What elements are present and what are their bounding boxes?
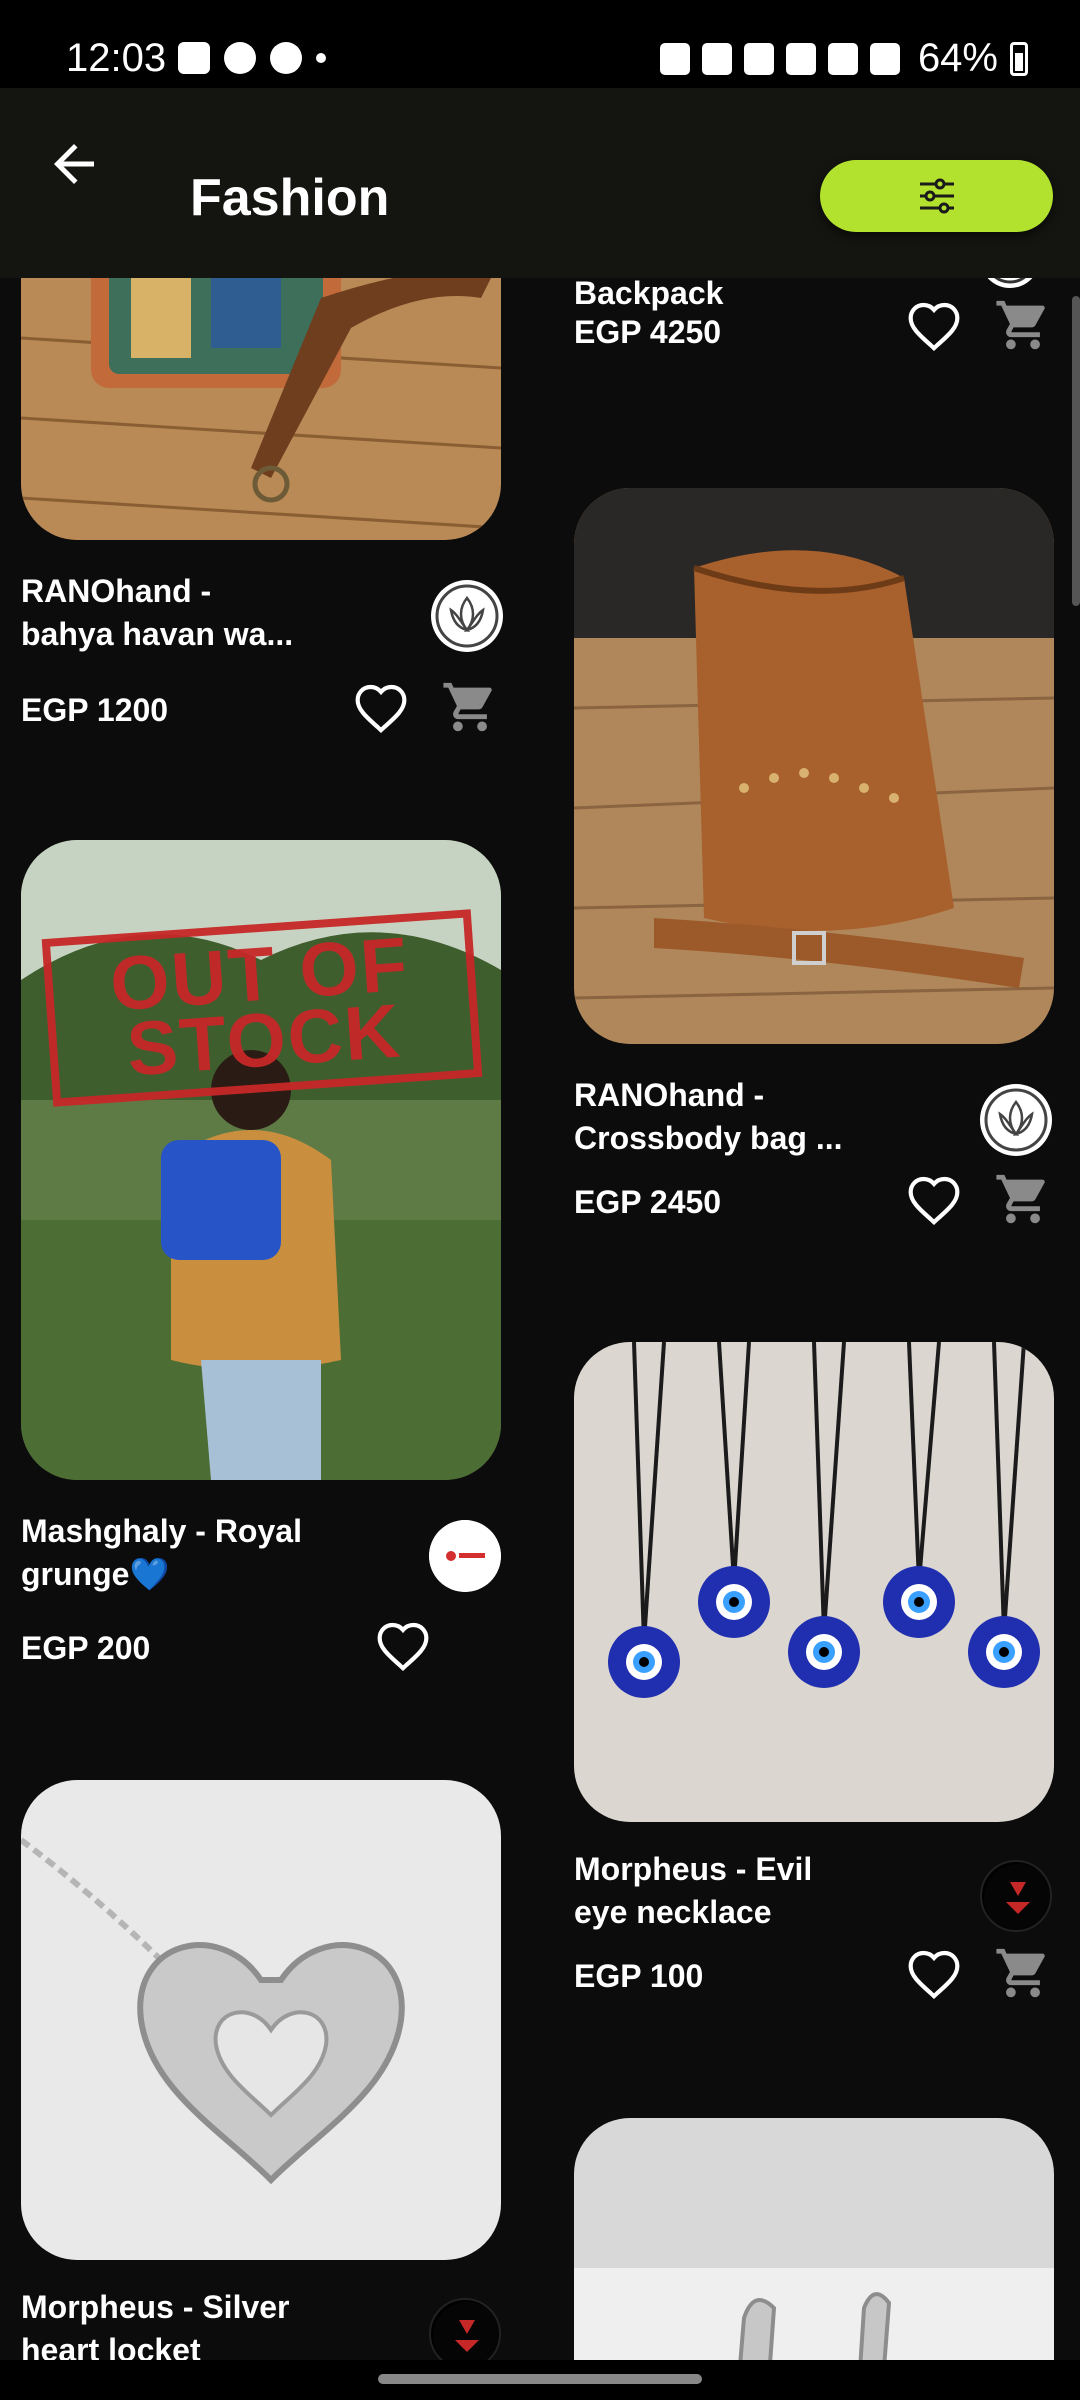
mute-icon [743, 42, 774, 75]
morpheus-logo-icon [984, 1864, 1050, 1930]
lotus-logo-icon [994, 278, 1026, 284]
shop-logo[interactable] [980, 278, 1040, 288]
product-name: RANOhand - Crossbody bag ... [574, 1077, 843, 1156]
wifi-icon [785, 42, 816, 75]
cart-icon[interactable] [439, 678, 501, 736]
shop-logo[interactable] [980, 1860, 1052, 1932]
lotus-logo-icon [435, 584, 499, 648]
status-time: 12:03 [66, 36, 167, 80]
product-card-bahya-havan[interactable]: RANOhand - bahya havan wa... EGP 1200 [21, 278, 503, 758]
product-name: RANOhand - bahya havan wa... [21, 573, 294, 652]
product-card-evil-eye-necklace[interactable]: Morpheus - Evil eye necklace EGP 100 [574, 1342, 1054, 2042]
snapchat-icon [270, 42, 302, 74]
more-notifications-icon [316, 53, 326, 63]
cart-icon[interactable] [992, 296, 1054, 354]
product-card-earrings[interactable] [574, 2118, 1054, 2360]
home-gesture-handle[interactable] [378, 2374, 702, 2384]
product-name: Morpheus - Silver heart locket [21, 2289, 290, 2360]
heart-icon[interactable] [906, 1948, 962, 2000]
filter-button[interactable] [820, 160, 1053, 232]
product-card-crossbody-bag[interactable]: RANOhand - Crossbody bag ... EGP 2450 [574, 488, 1054, 1248]
product-price: EGP 4250 [574, 314, 722, 350]
signal-icon [869, 42, 900, 75]
gallery-icon [178, 42, 210, 74]
back-button[interactable] [44, 134, 104, 194]
product-image[interactable] [21, 1780, 501, 2260]
shop-logo[interactable] [429, 1520, 501, 1592]
morpheus-logo-icon [433, 2302, 499, 2360]
heart-icon[interactable] [906, 1174, 962, 1226]
whatsapp-icon [224, 42, 256, 74]
product-name: Backpack [574, 278, 724, 311]
product-price: EGP 1200 [21, 692, 169, 728]
product-name: Mashghaly - Royal grunge💙 [21, 1513, 302, 1592]
product-card-royal-grunge[interactable]: OUT OF STOCK Mashghaly - Royal grunge💙 E… [21, 840, 501, 1700]
notification-icons [178, 42, 326, 74]
cart-icon[interactable] [992, 1944, 1054, 2002]
product-image[interactable] [574, 2118, 1054, 2360]
product-price: EGP 200 [21, 1630, 151, 1666]
system-icons: 64% [659, 36, 1028, 81]
arrow-left-icon [54, 144, 94, 184]
sliders-icon [920, 178, 954, 214]
status-bar: 12:03 64% [0, 0, 1080, 88]
app-bar: Fashion [0, 88, 1080, 278]
battery-icon [1010, 41, 1028, 76]
mashghaly-logo-icon [429, 1520, 501, 1592]
battery-percent: 64% [917, 36, 998, 80]
product-name: Morpheus - Evil eye necklace [574, 1851, 813, 1930]
shop-logo[interactable] [431, 580, 503, 652]
product-price: EGP 2450 [574, 1184, 722, 1220]
battery-saver-icon [659, 42, 690, 75]
product-price: EGP 100 [574, 1958, 704, 1994]
product-image[interactable] [574, 488, 1054, 1044]
cart-icon[interactable] [992, 1170, 1054, 1228]
product-card-backpack[interactable]: Backpack EGP 4250 [574, 278, 1054, 368]
heart-icon[interactable] [906, 300, 962, 352]
heart-icon[interactable] [353, 682, 409, 734]
lotus-logo-icon [984, 1088, 1048, 1152]
product-card-silver-heart-locket[interactable]: Morpheus - Silver heart locket [21, 1780, 501, 2360]
shop-logo[interactable] [980, 1084, 1052, 1156]
heart-icon[interactable] [375, 1620, 431, 1672]
product-grid[interactable]: Backpack EGP 4250 RANOhand - bahya havan… [0, 278, 1080, 2360]
page-title: Fashion [190, 169, 390, 227]
shop-logo[interactable] [429, 2298, 501, 2360]
out-of-stock-stamp: OUT OF STOCK [41, 909, 483, 1107]
bluetooth-icon [701, 42, 732, 75]
navigation-bar [0, 2360, 1080, 2400]
scrollbar[interactable] [1072, 296, 1080, 606]
product-image[interactable] [574, 1342, 1054, 1822]
product-image[interactable] [21, 278, 501, 540]
lte-icon [827, 42, 858, 75]
